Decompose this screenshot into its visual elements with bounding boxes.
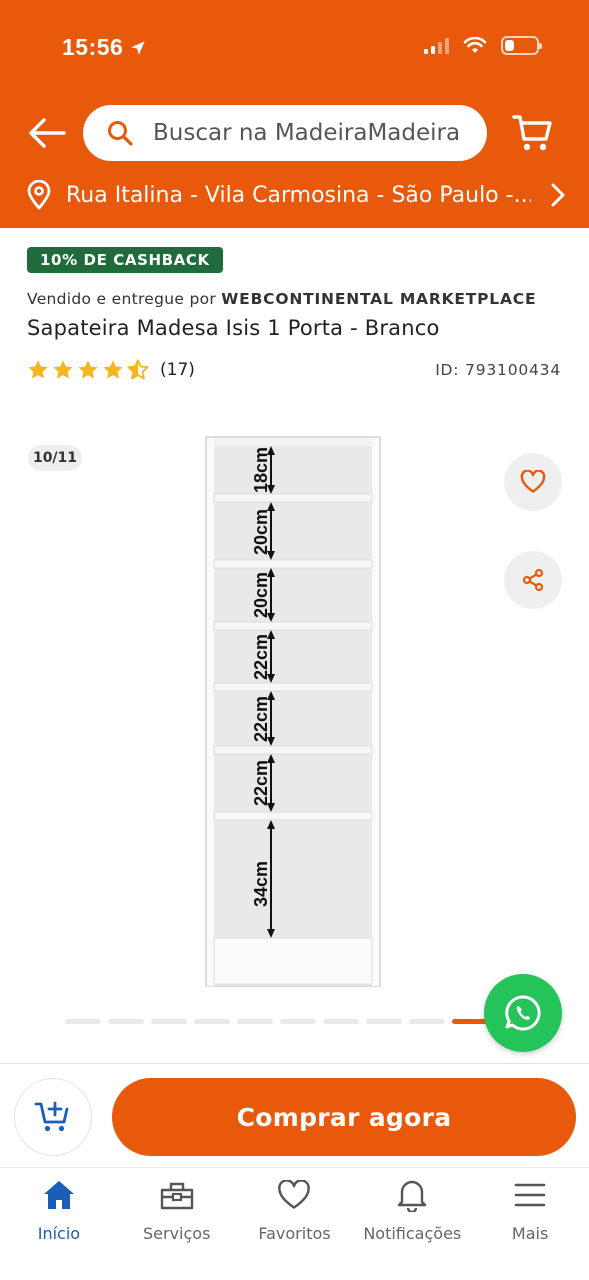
cellular-signal-icon: [424, 37, 449, 54]
back-button[interactable]: [26, 112, 68, 154]
status-bar-time: 15:56: [62, 34, 147, 61]
cart-add-icon: [34, 1101, 69, 1132]
tab-label: Serviços: [142, 1224, 211, 1243]
heart-icon: [275, 1176, 313, 1214]
seller-name[interactable]: WEBCONTINENTAL MARKETPLACE: [221, 290, 536, 308]
location-arrow-icon: [131, 40, 146, 55]
search-input[interactable]: [153, 120, 473, 146]
status-bar-indicators: [424, 36, 542, 55]
tab-favoritos[interactable]: Favoritos: [236, 1168, 354, 1280]
star-full-icon: [103, 360, 123, 379]
tab-notificacoes[interactable]: Notificações: [353, 1168, 471, 1280]
star-full-icon: [53, 360, 73, 379]
measurement-label: 18cm: [251, 447, 271, 493]
tab-mais[interactable]: Mais: [471, 1168, 589, 1280]
measurement-label: 22cm: [251, 760, 271, 806]
pagination-dot[interactable]: [323, 1019, 359, 1024]
cashback-badge: 10% DE CASHBACK: [27, 247, 223, 273]
whatsapp-icon: [505, 995, 541, 1031]
home-icon: [40, 1176, 78, 1214]
wifi-icon: [463, 36, 487, 53]
product-image-shoe-cabinet[interactable]: 18cm 20cm 20cm 22cm 22cm 22cm 34cm: [205, 436, 381, 987]
cart-icon: [512, 115, 552, 151]
buy-now-button[interactable]: Comprar agora: [112, 1078, 576, 1156]
pagination-dot[interactable]: [366, 1019, 402, 1024]
location-pin-icon: [27, 180, 51, 210]
product-rating[interactable]: (17): [27, 359, 195, 381]
arrow-left-icon: [29, 118, 66, 148]
tab-label: Início: [37, 1224, 81, 1243]
gallery-pagination: [65, 1019, 488, 1024]
menu-icon: [511, 1176, 549, 1214]
product-title: Sapateira Madesa Isis 1 Porta - Branco: [27, 316, 440, 340]
measurement-label: 20cm: [251, 509, 271, 555]
star-full-icon: [78, 360, 98, 379]
share-button[interactable]: [504, 551, 562, 609]
search-bar[interactable]: [83, 105, 487, 161]
tab-label: Notificações: [363, 1224, 462, 1243]
pagination-dot[interactable]: [151, 1019, 187, 1024]
purchase-bar: Comprar agora: [0, 1063, 589, 1167]
pagination-dot[interactable]: [65, 1019, 101, 1024]
pagination-dot-active[interactable]: [452, 1019, 488, 1024]
tab-label: Favoritos: [258, 1224, 331, 1243]
delivery-address-selector[interactable]: Rua Italina - Vila Carmosina - São Paulo…: [26, 176, 566, 214]
cart-button[interactable]: [510, 110, 556, 156]
pagination-dot[interactable]: [194, 1019, 230, 1024]
rating-count: (17): [160, 360, 195, 380]
star-full-icon: [28, 360, 48, 379]
measurement-label: 20cm: [251, 572, 271, 618]
measurement-label: 22cm: [251, 634, 271, 680]
share-icon: [522, 568, 544, 592]
delivery-address-text: Rua Italina - Vila Carmosina - São Paulo…: [66, 182, 531, 208]
bottom-tab-bar: Início Serviços Favoritos Notificações M…: [0, 1167, 589, 1280]
heart-outline-icon: [520, 470, 546, 493]
star-half-icon: [127, 359, 149, 380]
whatsapp-button[interactable]: [484, 974, 562, 1052]
toolbox-icon: [158, 1176, 196, 1214]
product-id: ID: 793100434: [435, 361, 561, 379]
tab-servicos[interactable]: Serviços: [118, 1168, 236, 1280]
chevron-right-icon: [551, 183, 565, 207]
seller-prefix: Vendido e entregue por: [27, 290, 217, 308]
seller-info: Vendido e entregue por WEBCONTINENTAL MA…: [27, 290, 536, 308]
measurement-label: 22cm: [251, 696, 271, 742]
battery-icon: [501, 36, 542, 55]
search-icon: [108, 121, 133, 146]
pagination-dot[interactable]: [108, 1019, 144, 1024]
favorite-button[interactable]: [504, 453, 562, 511]
measurement-label: 34cm: [251, 861, 271, 907]
pagination-dot[interactable]: [409, 1019, 445, 1024]
add-to-cart-button[interactable]: [14, 1078, 92, 1156]
gallery-counter: 10/11: [28, 445, 82, 471]
tab-label: Mais: [511, 1224, 549, 1243]
bell-icon: [393, 1176, 431, 1214]
tab-inicio[interactable]: Início: [0, 1168, 118, 1280]
pagination-dot[interactable]: [237, 1019, 273, 1024]
pagination-dot[interactable]: [280, 1019, 316, 1024]
app-header: 15:56 Rua Italina - Vila Carmosina - São…: [0, 0, 589, 228]
product-image-gallery[interactable]: 10/11 18cm 20cm 20cm 22cm 22cm 22cm 34cm: [0, 405, 589, 1052]
